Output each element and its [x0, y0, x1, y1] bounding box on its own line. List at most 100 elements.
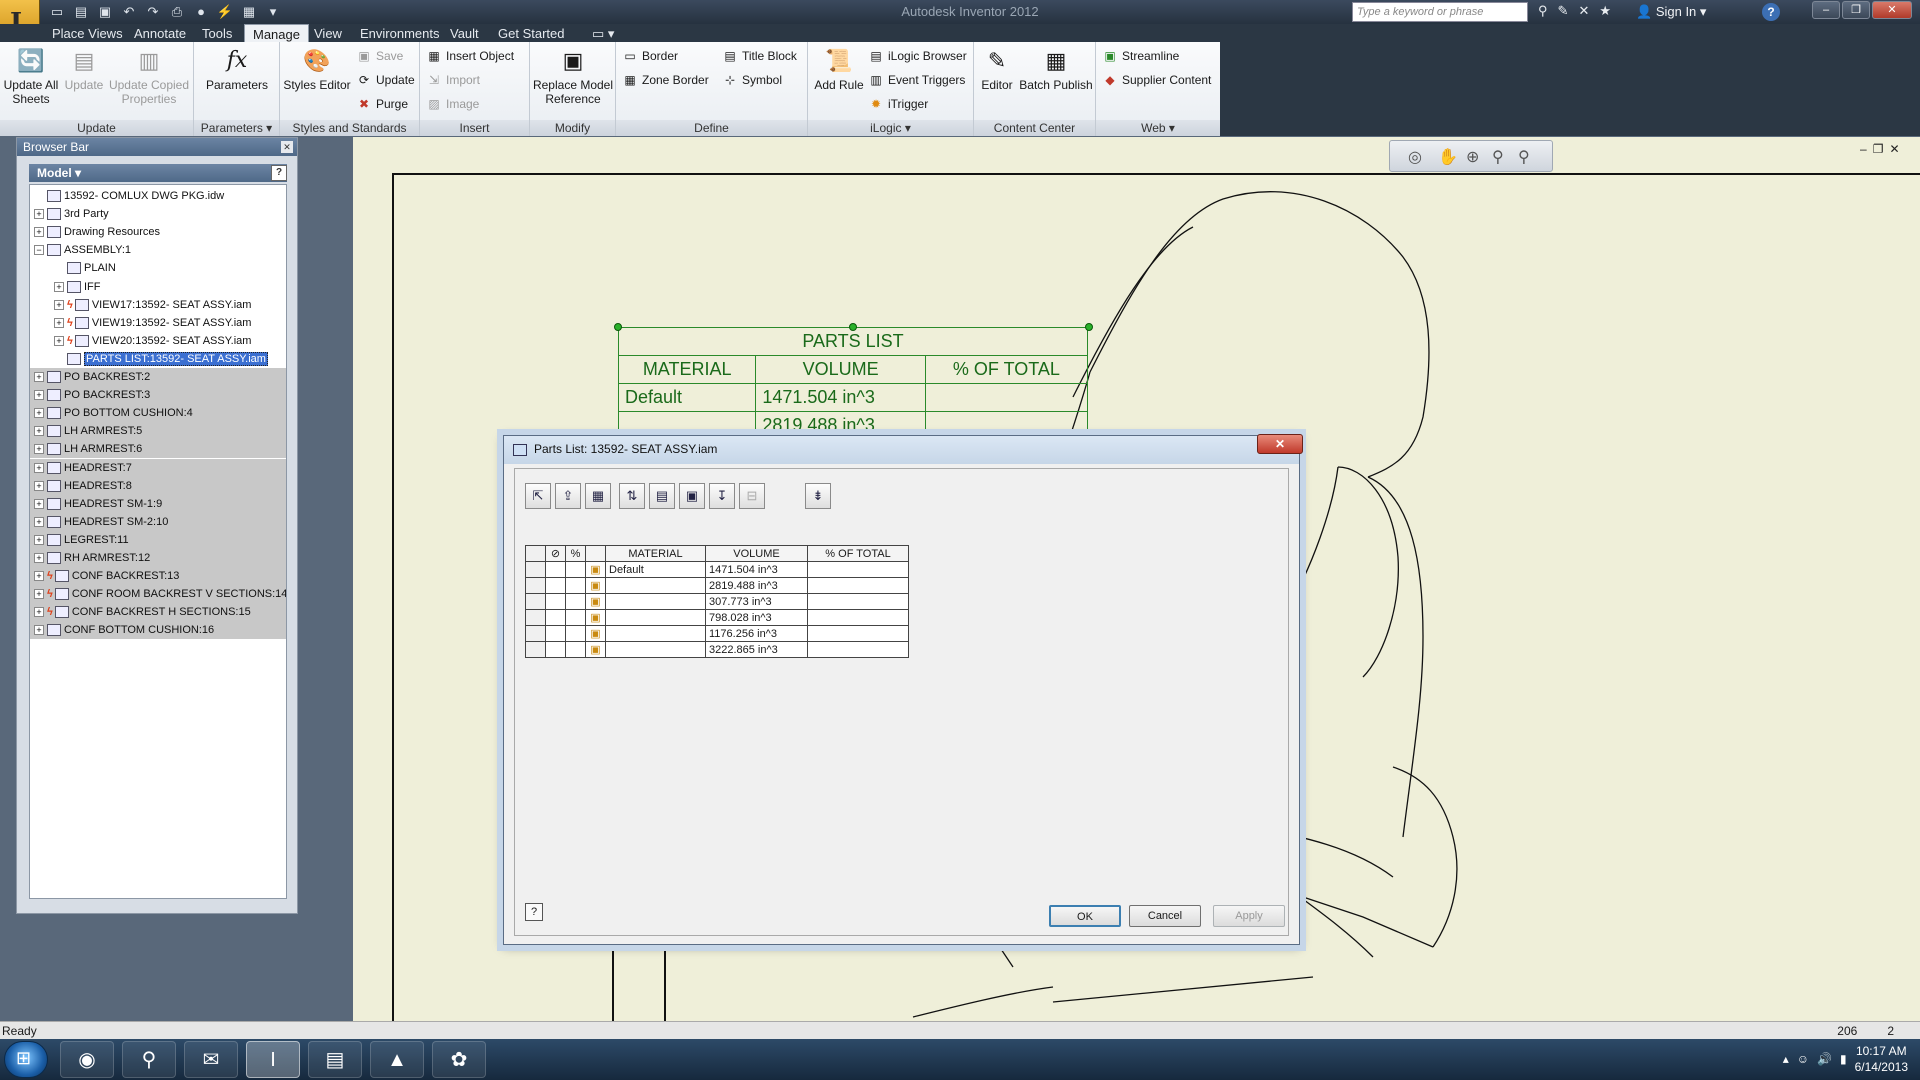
star-icon[interactable]: ★ — [1599, 3, 1611, 19]
tree-item[interactable]: + Drawing Resources — [30, 223, 160, 241]
tree-item[interactable]: + HEADREST:7 — [30, 458, 286, 477]
search-icon[interactable]: ⚲ — [122, 1041, 176, 1078]
supplier-content-button[interactable]: ◆ Supplier Content — [1102, 72, 1211, 88]
column-chooser-icon[interactable]: ▦ — [585, 483, 611, 509]
volume-cell[interactable]: 798.028 in^3 — [705, 609, 808, 626]
drawing-parts-list[interactable]: PARTS LIST MATERIAL VOLUME % OF TOTAL De… — [617, 327, 1089, 440]
volume-cell[interactable]: 1176.256 in^3 — [705, 625, 808, 642]
row-selector[interactable] — [525, 609, 546, 626]
expand-toggle-icon[interactable]: + — [34, 444, 44, 455]
table-wrapping-icon[interactable]: ⇟ — [805, 483, 831, 509]
tree-item[interactable]: + CONF BOTTOM CUSHION:16 — [30, 621, 286, 640]
help-search-input[interactable]: Type a keyword or phrase — [1352, 2, 1528, 22]
batch-publish-button[interactable]: ▦ Batch Publish — [1018, 46, 1094, 92]
doc-minimize-icon[interactable]: – — [1860, 142, 1867, 156]
pct-cell[interactable] — [807, 561, 909, 578]
dialog-close-button[interactable]: ✕ — [1257, 434, 1303, 454]
expand-toggle-icon[interactable]: + — [34, 462, 44, 473]
update-copied-properties-button[interactable]: ▥ Update Copied Properties — [106, 46, 192, 106]
zoom-window-icon[interactable]: ⚲ — [1492, 147, 1504, 167]
ok-button[interactable]: OK — [1049, 905, 1121, 927]
zoom-icon[interactable]: ⊕ — [1466, 147, 1479, 167]
media-icon[interactable]: ✿ — [432, 1041, 486, 1078]
expand-toggle-icon[interactable]: + — [34, 571, 44, 582]
network-icon[interactable]: ▮ — [1840, 1052, 1847, 1066]
pct-cell[interactable] — [807, 609, 909, 626]
expand-toggle-icon[interactable]: + — [34, 607, 44, 618]
tree-item[interactable]: + RH ARMREST:12 — [30, 549, 286, 567]
tree-item[interactable]: PARTS LIST:13592- SEAT ASSY.iam — [30, 350, 268, 368]
binoculars-icon[interactable]: ⚲ — [1538, 3, 1548, 19]
expand-toggle-icon[interactable]: + — [34, 589, 44, 600]
zoom-all-icon[interactable]: ⚲ — [1518, 147, 1530, 167]
browser-close-icon[interactable]: ✕ — [281, 141, 293, 153]
help-icon[interactable]: ? — [1762, 3, 1780, 21]
pan-icon[interactable]: ✋ — [1438, 147, 1458, 167]
export-icon[interactable]: ⇪ — [555, 483, 581, 509]
expand-toggle-icon[interactable]: + — [34, 625, 44, 636]
pct-cell[interactable] — [807, 641, 909, 658]
tree-item[interactable]: +3rd Party — [30, 205, 109, 223]
tree-item[interactable]: + ϟ CONF BACKREST H SECTIONS:15 — [30, 603, 286, 622]
minimize-icon[interactable]: – — [1812, 1, 1840, 19]
close-icon[interactable]: ✕ — [1872, 1, 1912, 19]
tree-item[interactable]: + ϟ CONF BACKREST:13 — [30, 567, 286, 586]
tab-manage[interactable]: Manage — [244, 24, 309, 42]
wrench-icon[interactable]: ✎ — [1558, 3, 1569, 19]
zone-border-button[interactable]: ▦ Zone Border — [622, 72, 708, 88]
tree-item[interactable]: 13592- COMLUX DWG PKG.idw — [30, 187, 224, 205]
appearance-icon[interactable]: ▦ — [240, 3, 258, 21]
row-selector[interactable] — [525, 625, 546, 642]
tab-annotate[interactable]: Annotate — [126, 24, 194, 42]
maximize-icon[interactable]: ❐ — [1842, 1, 1870, 19]
volume-cell[interactable]: 1471.504 in^3 — [705, 561, 808, 578]
col-material[interactable]: MATERIAL — [605, 545, 706, 562]
border-button[interactable]: ▭ Border — [622, 48, 678, 64]
row-selector[interactable] — [525, 577, 546, 594]
browser-help-icon[interactable]: ? — [271, 165, 287, 181]
tray-expand-icon[interactable]: ▴ — [1783, 1052, 1789, 1066]
table-row[interactable]: ▣ 3222.865 in^3 — [525, 641, 909, 658]
update-all-sheets-button[interactable]: 🔄 Update All Sheets — [2, 46, 60, 106]
filter-settings-icon[interactable]: ⇱ — [525, 483, 551, 509]
image-button[interactable]: ▨ Image — [426, 96, 479, 112]
measure-icon[interactable]: ● — [192, 3, 210, 21]
open-icon[interactable]: ▤ — [72, 3, 90, 21]
tree-item[interactable]: + ϟ VIEW17:13592- SEAT ASSY.iam — [30, 296, 251, 314]
table-row[interactable]: ▣ 1176.256 in^3 — [525, 625, 909, 642]
table-row[interactable]: ▣ 2819.488 in^3 — [525, 577, 909, 594]
tree-item[interactable]: + HEADREST:8 — [30, 476, 286, 495]
cancel-button[interactable]: Cancel — [1129, 905, 1201, 927]
tree-item[interactable]: − ASSEMBLY:1 — [30, 241, 131, 259]
apply-button[interactable]: Apply — [1213, 905, 1285, 927]
parts-list-grip[interactable] — [849, 323, 857, 331]
parts-list-grip[interactable] — [1085, 323, 1093, 331]
column-override-icon[interactable]: ⊘ — [545, 545, 566, 562]
table-row[interactable]: ▣ 798.028 in^3 — [525, 609, 909, 626]
expand-toggle-icon[interactable]: + — [34, 408, 44, 419]
new-icon[interactable]: ▭ — [48, 3, 66, 21]
streamline-button[interactable]: ▣ Streamline — [1102, 48, 1179, 64]
tab-view[interactable]: View — [306, 24, 350, 42]
ribbon-options-icon[interactable]: ▭ ▾ — [584, 24, 622, 42]
save-icon[interactable]: ▣ — [96, 3, 114, 21]
material-cell[interactable]: Default — [605, 561, 706, 578]
sign-in-button[interactable]: 👤 Sign In ▾ — [1636, 4, 1706, 20]
tree-item[interactable]: + LH ARMREST:6 — [30, 440, 286, 459]
expand-toggle-icon[interactable]: − — [34, 245, 44, 256]
expand-toggle-icon[interactable]: + — [54, 299, 64, 310]
material-cell[interactable] — [605, 625, 706, 642]
start-button[interactable]: ⊞ — [4, 1041, 48, 1078]
tree-item[interactable]: + PO BACKREST:3 — [30, 386, 286, 405]
title-block-button[interactable]: ▤ Title Block — [722, 48, 797, 64]
ungroup-icon[interactable]: ⊟ — [739, 483, 765, 509]
volume-icon[interactable]: 🔊 — [1817, 1052, 1832, 1066]
tab-vault[interactable]: Vault — [442, 24, 487, 42]
row-selector[interactable] — [525, 593, 546, 610]
volume-cell[interactable]: 3222.865 in^3 — [705, 641, 808, 658]
tree-item[interactable]: + ϟ VIEW20:13592- SEAT ASSY.iam — [30, 332, 251, 350]
expand-toggle-icon[interactable]: + — [34, 426, 44, 437]
dialog-help-icon[interactable]: ? — [525, 903, 543, 921]
expand-toggle-icon[interactable]: + — [54, 281, 64, 292]
event-triggers-button[interactable]: ▥ Event Triggers — [868, 72, 965, 88]
